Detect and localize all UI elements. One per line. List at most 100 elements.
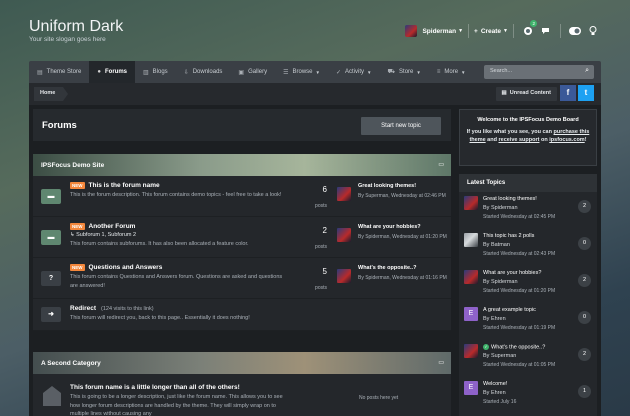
divider bbox=[513, 24, 514, 38]
reply-count-badge: 0 bbox=[578, 237, 591, 250]
toggle-icon bbox=[569, 27, 581, 35]
nav-label: Forums bbox=[104, 69, 127, 75]
last-post-title[interactable]: What's the opposite..? bbox=[358, 265, 458, 271]
forum-title[interactable]: Redirect bbox=[70, 305, 96, 312]
posts-label: posts bbox=[315, 203, 327, 209]
list-item[interactable]: E Welcome! By Ehren Started July 16 1 bbox=[459, 377, 597, 414]
avatar bbox=[405, 25, 418, 37]
activity-icon: ✓ bbox=[335, 69, 341, 76]
reply-count-badge: 2 bbox=[578, 200, 591, 213]
list-item[interactable]: This topic has 2 polls By Batman Started… bbox=[459, 229, 597, 266]
chevron-down-icon: ▼ bbox=[416, 69, 421, 75]
topic-title[interactable]: Welcome! bbox=[483, 381, 573, 387]
topic-title[interactable]: What's the opposite..? bbox=[491, 344, 545, 350]
site-title[interactable]: Uniform Dark bbox=[29, 18, 123, 36]
support-link[interactable]: receive support bbox=[499, 137, 540, 143]
topic-date: Started Wednesday at 01:05 PM bbox=[483, 362, 556, 368]
tips-button[interactable] bbox=[586, 24, 600, 38]
last-post-meta: By Spiderman, Wednesday at 01:16 PM bbox=[358, 275, 447, 281]
search-input[interactable]: Search... ⌕ bbox=[484, 65, 594, 79]
forum-house-icon[interactable] bbox=[43, 386, 61, 406]
user-menu[interactable]: Spiderman ▼ bbox=[405, 25, 463, 37]
nav-item-gallery[interactable]: ▣ Gallery bbox=[230, 61, 275, 83]
topic-title-row: ✓ What's the opposite..? bbox=[483, 344, 573, 350]
last-post-title[interactable]: What are your hobbies? bbox=[358, 224, 458, 230]
forum-title[interactable]: Another Forum bbox=[89, 223, 136, 230]
collapse-icon[interactable]: ▭ bbox=[438, 359, 444, 366]
unread-content-button[interactable]: ▤ Unread Content bbox=[495, 87, 557, 101]
reply-count-badge: 2 bbox=[578, 348, 591, 361]
nav-item-browse[interactable]: ☰ Browse ▼ bbox=[275, 61, 328, 83]
nav-item-more[interactable]: ≡ More ▼ bbox=[429, 61, 474, 83]
avatar[interactable]: E bbox=[464, 381, 478, 395]
collapse-icon[interactable]: ▭ bbox=[438, 161, 444, 168]
messages-button[interactable] bbox=[539, 24, 553, 38]
nav-item-downloads[interactable]: ⇩ Downloads bbox=[176, 61, 231, 83]
search-icon[interactable]: ⌕ bbox=[585, 67, 589, 75]
forum-title[interactable]: Questions and Answers bbox=[89, 264, 163, 271]
nav-label: More bbox=[444, 69, 459, 75]
ipsfocus-link[interactable]: ipsfocus.com bbox=[549, 137, 584, 143]
subforum-links[interactable]: Subforum 1, Subforum 2 bbox=[76, 232, 136, 238]
create-button[interactable]: + Create ▼ bbox=[474, 28, 508, 35]
menu-icon: ≡ bbox=[436, 69, 441, 75]
topic-date: Started July 16 bbox=[483, 399, 517, 405]
nav-item-activity[interactable]: ✓ Activity ▼ bbox=[328, 61, 380, 83]
forum-title[interactable]: This forum name is a little longer than … bbox=[70, 384, 240, 391]
main-content: Home ▤ Unread Content f t Forums Start ne… bbox=[29, 83, 601, 416]
chevron-down-icon: ▼ bbox=[503, 28, 508, 34]
category-header[interactable]: A Second Category ▭ bbox=[33, 352, 451, 374]
facebook-icon[interactable]: f bbox=[560, 85, 576, 101]
avatar[interactable] bbox=[464, 196, 478, 210]
nav-label: Activity bbox=[345, 69, 365, 75]
question-icon[interactable]: ? bbox=[41, 271, 61, 286]
topic-title[interactable]: A great example topic bbox=[483, 307, 573, 313]
list-item[interactable]: Great looking themes! By Spiderman Start… bbox=[459, 192, 597, 229]
last-post-title[interactable]: Great looking themes! bbox=[358, 183, 458, 189]
list-item[interactable]: What are your hobbies? By Spiderman Star… bbox=[459, 266, 597, 303]
nav-item-store[interactable]: ⛟ Store ▼ bbox=[379, 61, 428, 83]
arrow-right-icon[interactable]: ➜ bbox=[41, 307, 61, 322]
avatar[interactable] bbox=[464, 270, 478, 284]
category-header[interactable]: IPSFocus Demo Site ▭ bbox=[33, 154, 451, 176]
topic-title[interactable]: What are your hobbies? bbox=[483, 270, 573, 276]
list-item[interactable]: E A great example topic By Ehren Started… bbox=[459, 303, 597, 340]
avatar[interactable] bbox=[464, 233, 478, 247]
notifications-button[interactable]: 2 bbox=[521, 20, 537, 38]
forum-title[interactable]: This is the forum name bbox=[89, 182, 160, 189]
avatar[interactable] bbox=[337, 187, 351, 201]
theme-toggle[interactable] bbox=[568, 24, 582, 38]
start-new-topic-button[interactable]: Start new topic bbox=[361, 117, 441, 135]
new-badge: NEW bbox=[70, 223, 85, 230]
topic-title[interactable]: This topic has 2 polls bbox=[483, 233, 573, 239]
forum-description: This forum contains subforums. It has al… bbox=[70, 241, 249, 247]
avatar[interactable] bbox=[337, 228, 351, 242]
forum-row: ? NEW Questions and Answers This forum co… bbox=[33, 258, 451, 299]
posts-label: posts bbox=[315, 285, 327, 291]
notification-count-badge: 2 bbox=[530, 20, 537, 27]
topic-author: By Ehren bbox=[483, 316, 506, 322]
forum-chat-icon[interactable]: ▬ bbox=[41, 230, 61, 245]
forum-row: This forum name is a little longer than … bbox=[33, 374, 451, 416]
twitter-icon[interactable]: t bbox=[578, 85, 594, 101]
breadcrumb-home[interactable]: Home bbox=[34, 87, 69, 101]
avatar[interactable]: E bbox=[464, 307, 478, 321]
nav-label: Store bbox=[399, 69, 414, 75]
post-count: 6 bbox=[322, 185, 327, 194]
topic-author: By Ehren bbox=[483, 390, 506, 396]
nav-item-theme-store[interactable]: ▤ Theme Store bbox=[29, 61, 89, 83]
search-placeholder: Search... bbox=[490, 68, 513, 74]
nav-label: Downloads bbox=[192, 69, 223, 75]
nav-item-forums[interactable]: ● Forums bbox=[89, 61, 135, 83]
avatar[interactable] bbox=[464, 344, 478, 358]
nav-item-blogs[interactable]: ▥ Blogs bbox=[135, 61, 176, 83]
list-icon: ☰ bbox=[283, 69, 289, 76]
latest-topics-widget: Latest Topics Great looking themes! By S… bbox=[459, 174, 597, 416]
forum-chat-icon[interactable]: ▬ bbox=[41, 189, 61, 204]
main-nav: ▤ Theme Store ● Forums ▥ Blogs ⇩ Downloads ▣… bbox=[29, 61, 601, 83]
topic-title[interactable]: Great looking themes! bbox=[483, 196, 573, 202]
welcome-widget: Welcome to the IPSFocus Demo Board If yo… bbox=[459, 109, 597, 166]
forum-list: ▬ NEW This is the forum name This is the … bbox=[33, 176, 451, 331]
avatar[interactable] bbox=[337, 269, 351, 283]
list-item[interactable]: ✓ What's the opposite..? By Superman Star… bbox=[459, 340, 597, 377]
